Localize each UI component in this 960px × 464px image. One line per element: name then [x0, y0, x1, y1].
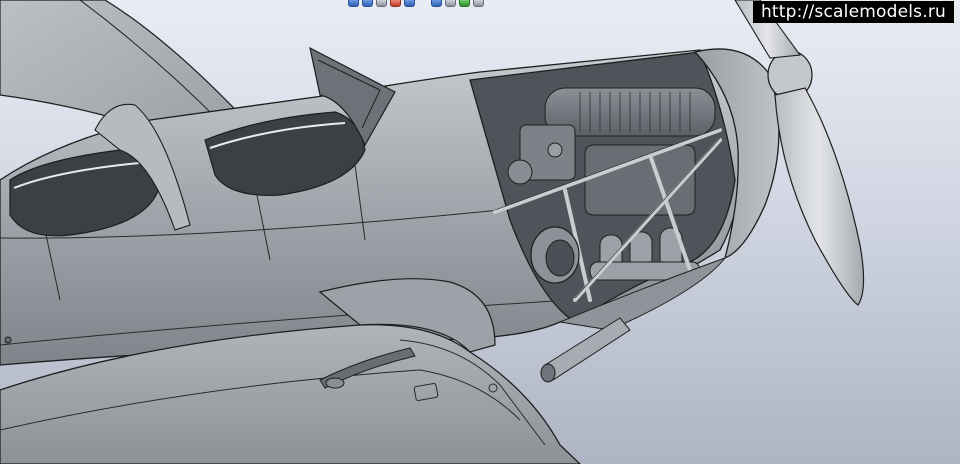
propeller-blade-lower [774, 87, 865, 306]
aircraft-model-render[interactable] [0, 0, 960, 464]
watermark-label: http://scalemodels.ru [752, 1, 954, 23]
fuel-filler-cap [325, 377, 345, 389]
engine-fitting [547, 142, 563, 158]
engine-magneto [507, 159, 533, 185]
air-intake-inner [545, 239, 575, 277]
exhaust-stub-end [540, 363, 556, 383]
cad-graphics-viewport[interactable]: http://scalemodels.ru [0, 0, 960, 464]
exhaust-stub [544, 317, 631, 381]
fuselage-fastener [4, 336, 12, 344]
engine-crankcase [584, 144, 696, 216]
